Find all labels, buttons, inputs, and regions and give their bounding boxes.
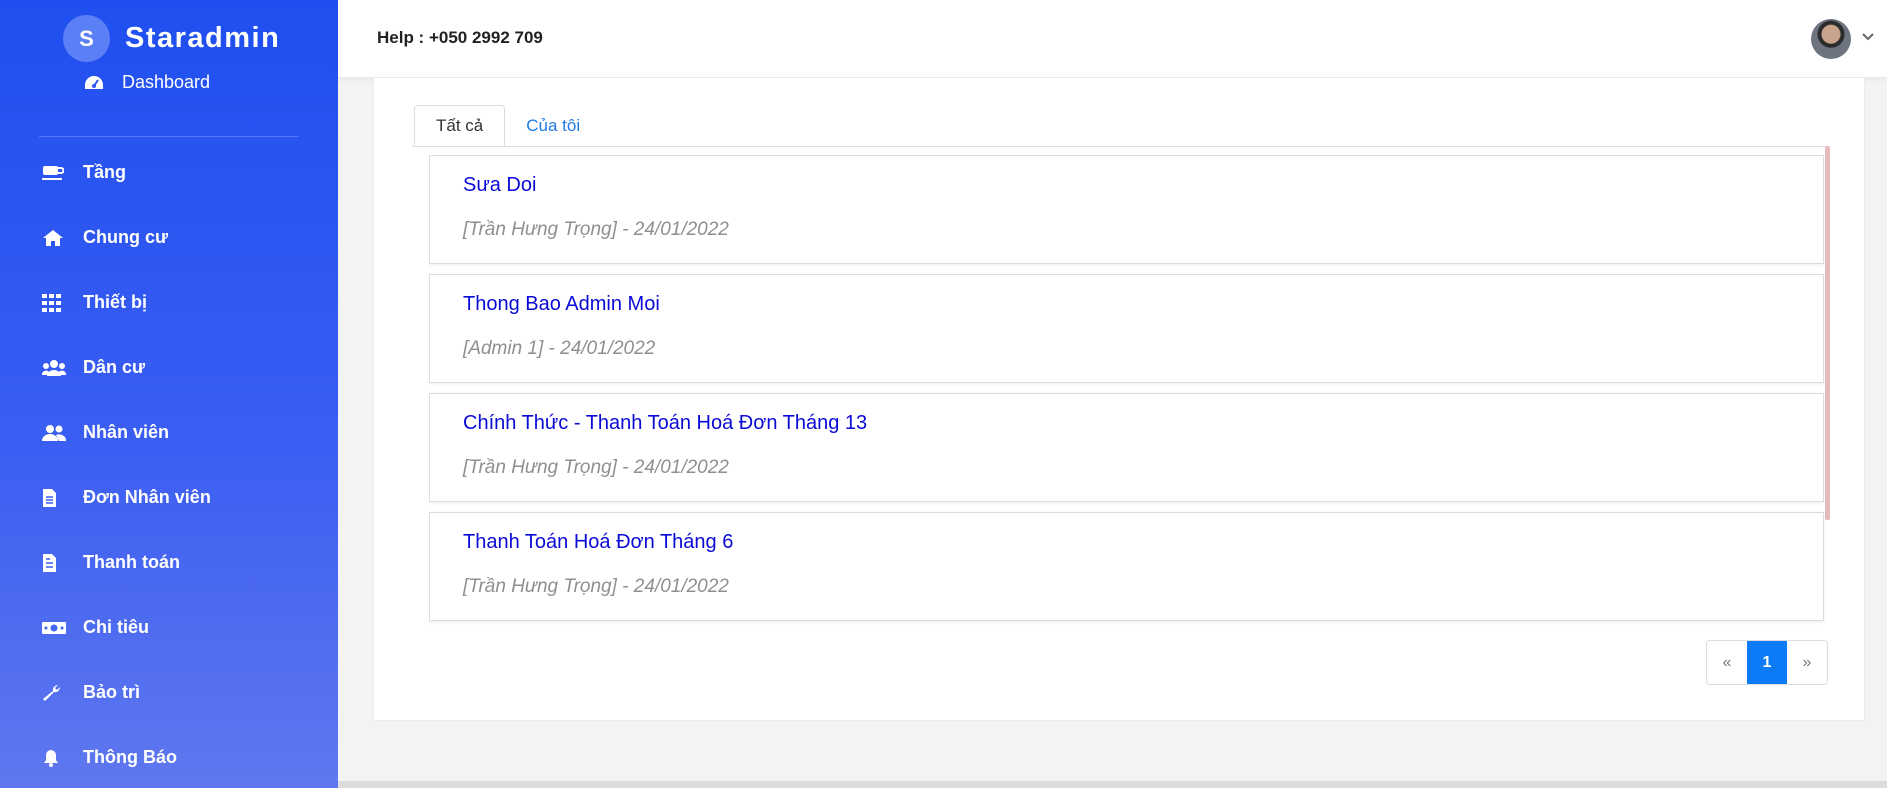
sidebar-item-don-nhan-vien[interactable]: Đơn Nhân viên xyxy=(0,465,338,530)
sidebar-item-label: Nhân viên xyxy=(83,422,170,442)
sidebar-item-label: Chung cư xyxy=(83,227,169,247)
pagination-next[interactable]: » xyxy=(1787,641,1827,684)
money-bill-icon xyxy=(42,618,66,638)
bell-icon xyxy=(42,748,66,768)
list-item[interactable]: Chính Thức - Thanh Toán Hoá Đơn Tháng 13… xyxy=(429,393,1824,502)
notification-meta: [Admin 1] - 24/01/2022 xyxy=(463,338,656,359)
sidebar-item-thanh-toan[interactable]: Thanh toán xyxy=(0,530,338,595)
sidebar-item-chi-tieu[interactable]: Chi tiêu xyxy=(0,595,338,660)
notification-meta: [Trần Hưng Trọng] - 24/01/2022 xyxy=(463,457,729,478)
notification-meta: [Trần Hưng Trọng] - 24/01/2022 xyxy=(463,576,729,597)
brand-name: Staradmin xyxy=(125,22,281,54)
list-item[interactable]: Thanh Toán Hoá Đơn Tháng 6 [Trần Hưng Tr… xyxy=(429,512,1824,621)
sidebar-item-dan-cu[interactable]: Dân cư xyxy=(0,335,338,400)
brand-logo: S xyxy=(63,15,110,62)
sidebar-item-label: Chi tiêu xyxy=(83,617,149,637)
notifications-card: Tất cả Của tôi Sưa Doi [Trần Hưng Trọng]… xyxy=(373,77,1865,721)
sidebar-item-thiet-bi[interactable]: Thiết bị xyxy=(0,270,338,335)
tab-bar: Tất cả Của tôi xyxy=(414,105,601,147)
chevron-down-icon[interactable] xyxy=(1861,30,1875,44)
sidebar-item-label: Thanh toán xyxy=(83,552,180,572)
tab-all[interactable]: Tất cả xyxy=(414,105,506,147)
notification-title[interactable]: Sưa Doi xyxy=(463,156,1823,197)
notification-list[interactable]: Sưa Doi [Trần Hưng Trọng] - 24/01/2022 T… xyxy=(429,155,1839,697)
wrench-icon xyxy=(42,683,66,703)
notification-title[interactable]: Thong Bao Admin Moi xyxy=(463,275,1823,316)
sidebar-nav: Tầng Chung cư Thiết bị Dân cư Nhân viên xyxy=(0,140,338,788)
sidebar-item-label: Dân cư xyxy=(83,357,146,377)
tab-divider xyxy=(412,146,1828,147)
sidebar-item-label: Đơn Nhân viên xyxy=(83,487,211,507)
dashboard-link[interactable]: Dashboard xyxy=(84,72,210,93)
sidebar-item-chung-cu[interactable]: Chung cư xyxy=(0,205,338,270)
speedometer-icon xyxy=(85,75,103,89)
help-text: Help : +050 2992 709 xyxy=(377,28,543,47)
sidebar-item-bao-tri[interactable]: Bảo trì xyxy=(0,660,338,725)
sidebar-item-label: Thiết bị xyxy=(83,292,147,312)
file-icon xyxy=(42,488,66,508)
sidebar-divider xyxy=(39,136,299,137)
footer-bar xyxy=(338,781,1887,788)
list-scrollbar[interactable] xyxy=(1825,146,1830,520)
pagination-prev[interactable]: « xyxy=(1707,641,1747,684)
notification-title[interactable]: Chính Thức - Thanh Toán Hoá Đơn Tháng 13 xyxy=(463,394,1823,435)
users-group-icon xyxy=(42,358,66,378)
sidebar-item-thong-bao[interactable]: Thông Báo xyxy=(0,725,338,788)
grid-icon xyxy=(42,293,66,313)
avatar[interactable] xyxy=(1811,19,1851,59)
sidebar: S Staradmin Dashboard Tầng Chung cư Thiế… xyxy=(0,0,338,788)
home-icon xyxy=(42,228,66,248)
pagination: « 1 » xyxy=(1706,640,1828,685)
tab-mine[interactable]: Của tôi xyxy=(505,105,601,147)
brand[interactable]: S Staradmin xyxy=(63,15,280,62)
dashboard-label: Dashboard xyxy=(122,72,211,92)
list-item[interactable]: Thong Bao Admin Moi [Admin 1] - 24/01/20… xyxy=(429,274,1824,383)
sidebar-item-label: Bảo trì xyxy=(83,682,141,702)
notification-meta: [Trần Hưng Trọng] - 24/01/2022 xyxy=(463,219,729,240)
pagination-page-current[interactable]: 1 xyxy=(1747,641,1787,684)
sidebar-item-label: Tầng xyxy=(83,162,126,182)
list-item[interactable]: Sưa Doi [Trần Hưng Trọng] - 24/01/2022 xyxy=(429,155,1824,264)
top-header: Help : +050 2992 709 xyxy=(338,0,1887,77)
invoice-icon xyxy=(42,553,66,573)
coffee-cup-icon xyxy=(42,163,66,183)
sidebar-item-tang[interactable]: Tầng xyxy=(0,140,338,205)
notification-title[interactable]: Thanh Toán Hoá Đơn Tháng 6 xyxy=(463,513,1823,554)
user-friends-icon xyxy=(42,423,66,443)
sidebar-item-nhan-vien[interactable]: Nhân viên xyxy=(0,400,338,465)
sidebar-item-label: Thông Báo xyxy=(83,747,177,767)
